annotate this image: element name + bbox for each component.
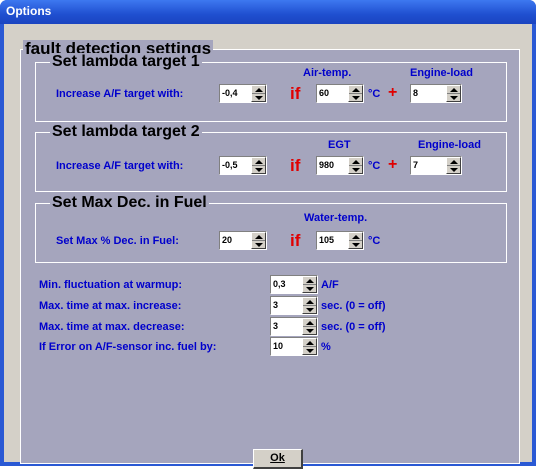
min-fluctuation-spinner[interactable]: 0,3 [270, 275, 318, 294]
plus-sign-1: + [388, 84, 398, 101]
celsius-unit-1: °C [368, 88, 381, 100]
spin-arrows-icon[interactable] [348, 232, 363, 249]
engine-load-value-1: 8 [413, 88, 419, 98]
engine-load-value-2: 7 [413, 160, 419, 170]
window-title: Options [6, 4, 52, 18]
max-time-decrease-value: 3 [273, 321, 279, 331]
dialog-client-area: fault detection settings Set lambda targ… [4, 24, 532, 469]
plus-sign-2: + [388, 156, 398, 173]
water-temp-value: 105 [319, 235, 335, 245]
max-dec-fuel-spinner[interactable]: 20 [219, 231, 267, 250]
if-label-2: if [290, 156, 301, 175]
lambda-target-2-legend: Set lambda target 2 [50, 123, 202, 141]
celsius-unit-2: °C [368, 160, 381, 172]
spin-arrows-icon[interactable] [348, 85, 363, 102]
lambda-target-1-legend: Set lambda target 1 [50, 53, 202, 71]
if-label-3: if [290, 231, 301, 250]
options-window: Options fault detection settings Set lam… [0, 0, 536, 469]
spin-arrows-icon[interactable] [302, 276, 317, 293]
egt-header: EGT [328, 139, 351, 151]
increase-af-value-2: -0,5 [222, 160, 238, 170]
increase-af-label-1: Increase A/F target with: [56, 88, 184, 100]
celsius-unit-3: °C [368, 235, 381, 247]
water-temp-header: Water-temp. [304, 212, 368, 224]
engine-load-header-2: Engine-load [418, 139, 481, 151]
sensor-error-label: If Error on A/F-sensor inc. fuel by: [39, 341, 217, 353]
fault-detection-group: fault detection settings Set lambda targ… [20, 40, 520, 464]
increase-af-value-1: -0,4 [222, 88, 238, 98]
increase-af-spinner-1[interactable]: -0,4 [219, 84, 267, 103]
engine-load-spinner-2[interactable]: 7 [410, 156, 462, 175]
sensor-error-spinner[interactable]: 10 [270, 337, 318, 356]
max-time-decrease-spinner[interactable]: 3 [270, 317, 318, 336]
spin-arrows-icon[interactable] [302, 318, 317, 335]
min-fluctuation-unit: A/F [321, 279, 339, 291]
lambda-target-1-group: Set lambda target 1 Air-temp. Engine-loa… [35, 53, 507, 122]
increase-af-spinner-2[interactable]: -0,5 [219, 156, 267, 175]
spin-arrows-icon[interactable] [348, 157, 363, 174]
spin-arrows-icon[interactable] [302, 297, 317, 314]
spin-arrows-icon[interactable] [251, 232, 266, 249]
max-dec-fuel-value: 20 [222, 235, 233, 245]
max-dec-fuel-group: Set Max Dec. in Fuel Water-temp. Set Max… [35, 194, 507, 263]
egt-value: 980 [319, 160, 335, 170]
increase-af-label-2: Increase A/F target with: [56, 160, 184, 172]
water-temp-spinner[interactable]: 105 [316, 231, 364, 250]
spin-arrows-icon[interactable] [446, 157, 461, 174]
max-time-increase-unit: sec. (0 = off) [321, 300, 386, 312]
sensor-error-unit: % [321, 341, 331, 353]
max-dec-fuel-label: Set Max % Dec. in Fuel: [56, 235, 179, 247]
max-time-increase-label: Max. time at max. increase: [39, 300, 182, 312]
egt-spinner[interactable]: 980 [316, 156, 364, 175]
air-temp-spinner[interactable]: 60 [316, 84, 364, 103]
if-label-1: if [290, 84, 301, 103]
spin-arrows-icon[interactable] [302, 338, 317, 355]
engine-load-spinner-1[interactable]: 8 [410, 84, 462, 103]
lambda-target-2-group: Set lambda target 2 EGT Engine-load Incr… [35, 123, 507, 192]
air-temp-header: Air-temp. [303, 67, 352, 79]
engine-load-header-1: Engine-load [410, 67, 473, 79]
max-dec-fuel-legend: Set Max Dec. in Fuel [50, 194, 209, 212]
min-fluctuation-label: Min. fluctuation at warmup: [39, 279, 182, 291]
max-time-decrease-unit: sec. (0 = off) [321, 321, 386, 333]
spin-arrows-icon[interactable] [251, 157, 266, 174]
ok-button[interactable]: Ok [253, 449, 303, 469]
sensor-error-value: 10 [273, 341, 284, 351]
title-bar[interactable]: Options [0, 0, 536, 24]
spin-arrows-icon[interactable] [446, 85, 461, 102]
spin-arrows-icon[interactable] [251, 85, 266, 102]
max-time-decrease-label: Max. time at max. decrease: [39, 321, 185, 333]
air-temp-value: 60 [319, 88, 330, 98]
min-fluctuation-value: 0,3 [273, 279, 286, 289]
max-time-increase-value: 3 [273, 300, 279, 310]
max-time-increase-spinner[interactable]: 3 [270, 296, 318, 315]
